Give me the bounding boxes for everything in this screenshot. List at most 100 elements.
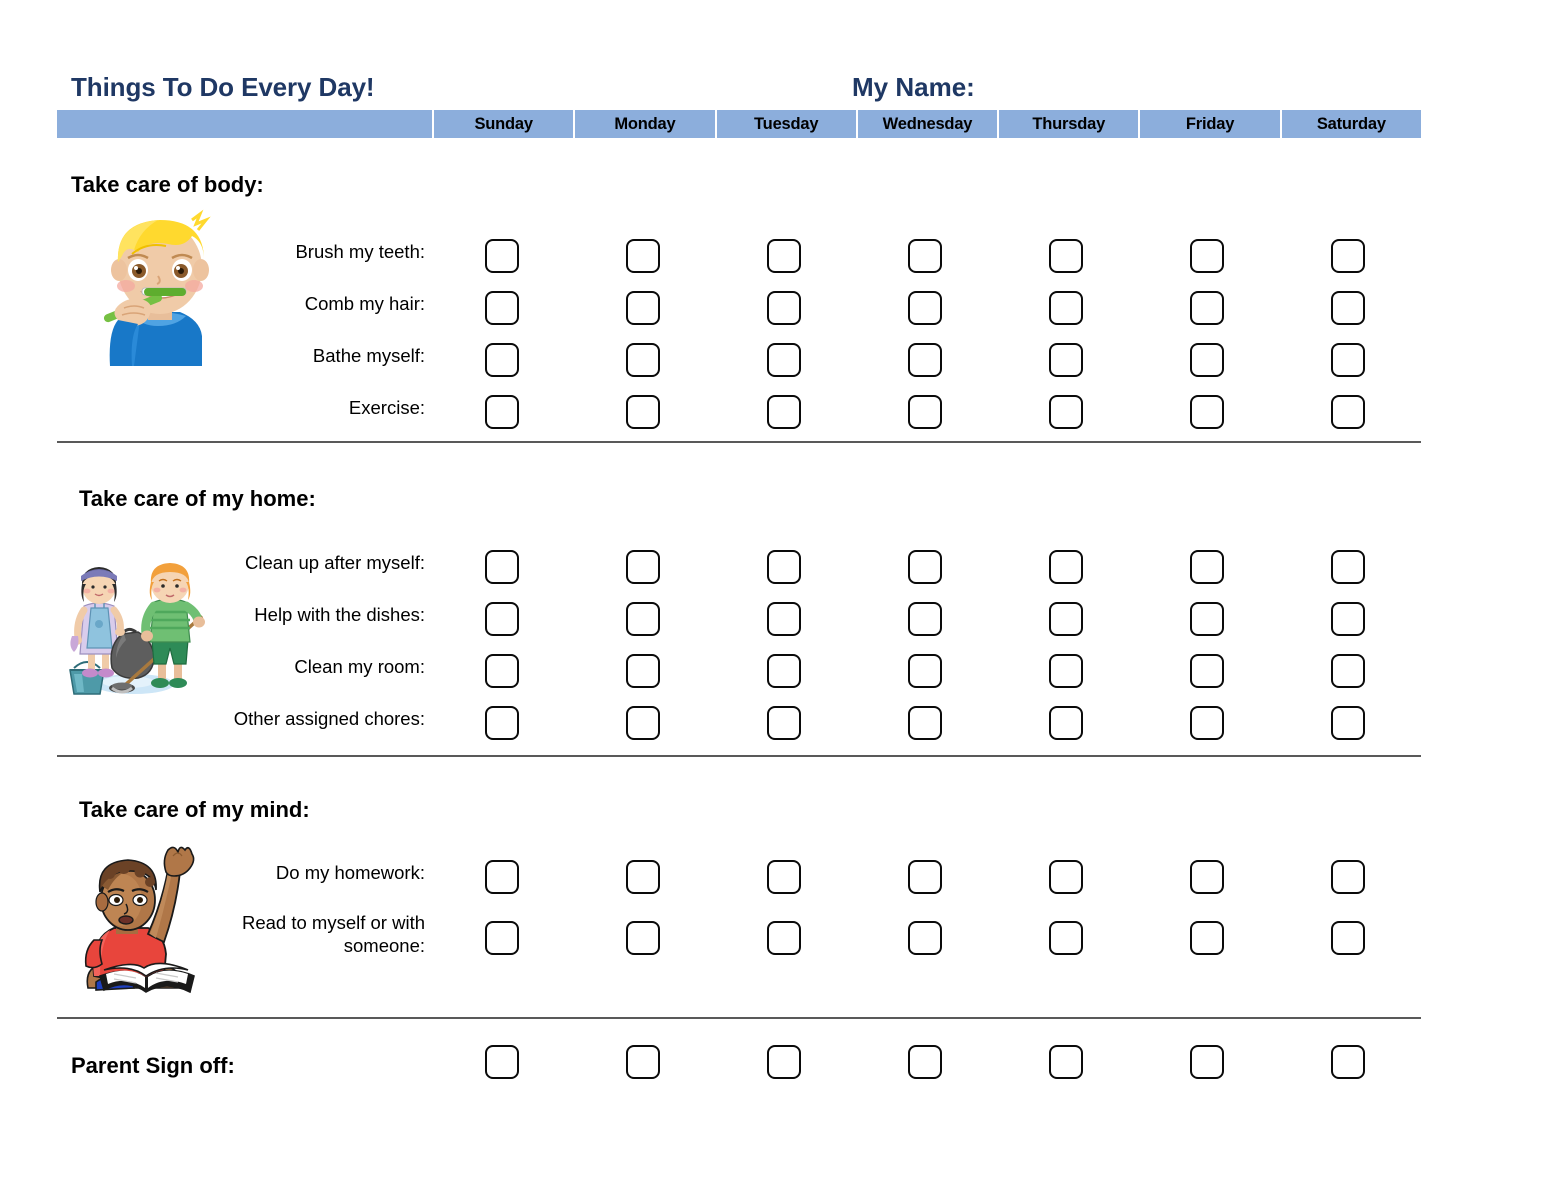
checkbox-brush-teeth-sunday[interactable] [485, 239, 519, 273]
checkbox-dishes-thursday[interactable] [1049, 602, 1083, 636]
checkbox-read-monday[interactable] [626, 921, 660, 955]
checkbox-exercise-friday[interactable] [1190, 395, 1224, 429]
day-header-tuesday: Tuesday [716, 110, 858, 138]
checkbox-homework-tuesday[interactable] [767, 860, 801, 894]
checkbox-comb-hair-monday[interactable] [626, 291, 660, 325]
checkbox-parent-signoff-thursday[interactable] [1049, 1045, 1083, 1079]
checkbox-parent-signoff-monday[interactable] [626, 1045, 660, 1079]
item-label-brush-teeth: Brush my teeth: [295, 241, 425, 262]
checkbox-homework-sunday[interactable] [485, 860, 519, 894]
checkbox-row-homework [485, 860, 1365, 894]
checkbox-exercise-thursday[interactable] [1049, 395, 1083, 429]
checkbox-dishes-friday[interactable] [1190, 602, 1224, 636]
checkbox-clean-up-saturday[interactable] [1331, 550, 1365, 584]
checkbox-bathe-wednesday[interactable] [908, 343, 942, 377]
checkbox-comb-hair-sunday[interactable] [485, 291, 519, 325]
checkbox-read-thursday[interactable] [1049, 921, 1083, 955]
checkbox-clean-up-wednesday[interactable] [908, 550, 942, 584]
checkbox-bathe-monday[interactable] [626, 343, 660, 377]
checkbox-other-chores-wednesday[interactable] [908, 706, 942, 740]
checkbox-dishes-monday[interactable] [626, 602, 660, 636]
item-label-homework: Do my homework: [275, 862, 425, 883]
item-label-comb-hair: Comb my hair: [304, 293, 425, 314]
page-title: Things To Do Every Day! [71, 72, 375, 102]
checkbox-other-chores-thursday[interactable] [1049, 706, 1083, 740]
checkbox-clean-up-friday[interactable] [1190, 550, 1224, 584]
day-header-thursday: Thursday [999, 110, 1141, 138]
checkbox-exercise-saturday[interactable] [1331, 395, 1365, 429]
checkbox-bathe-friday[interactable] [1190, 343, 1224, 377]
day-header-wednesday: Wednesday [857, 110, 1000, 138]
checkbox-dishes-wednesday[interactable] [908, 602, 942, 636]
checkbox-other-chores-tuesday[interactable] [767, 706, 801, 740]
item-label-bathe: Bathe myself: [312, 345, 425, 366]
checkbox-exercise-sunday[interactable] [485, 395, 519, 429]
checkbox-other-chores-monday[interactable] [626, 706, 660, 740]
day-header-monday: Monday [575, 110, 717, 138]
checkbox-row-other-chores [485, 706, 1365, 740]
checkbox-bathe-saturday[interactable] [1331, 343, 1365, 377]
checkbox-parent-signoff-friday[interactable] [1190, 1045, 1224, 1079]
checkbox-row-parent-signoff [485, 1045, 1365, 1079]
checkbox-dishes-sunday[interactable] [485, 602, 519, 636]
checkbox-homework-friday[interactable] [1190, 860, 1224, 894]
checkbox-clean-up-thursday[interactable] [1049, 550, 1083, 584]
checkbox-clean-room-wednesday[interactable] [908, 654, 942, 688]
checkbox-brush-teeth-monday[interactable] [626, 239, 660, 273]
checkbox-other-chores-friday[interactable] [1190, 706, 1224, 740]
checkbox-comb-hair-tuesday[interactable] [767, 291, 801, 325]
checkbox-comb-hair-thursday[interactable] [1049, 291, 1083, 325]
checkbox-parent-signoff-sunday[interactable] [485, 1045, 519, 1079]
chore-chart-page: Things To Do Every Day! My Name: Sunday … [0, 0, 1552, 1200]
checkbox-exercise-tuesday[interactable] [767, 395, 801, 429]
checkbox-brush-teeth-saturday[interactable] [1331, 239, 1365, 273]
checkbox-clean-room-saturday[interactable] [1331, 654, 1365, 688]
checkbox-comb-hair-saturday[interactable] [1331, 291, 1365, 325]
checkbox-read-friday[interactable] [1190, 921, 1224, 955]
checkbox-brush-teeth-tuesday[interactable] [767, 239, 801, 273]
checkbox-clean-room-friday[interactable] [1190, 654, 1224, 688]
checkbox-clean-room-tuesday[interactable] [767, 654, 801, 688]
checkbox-clean-room-monday[interactable] [626, 654, 660, 688]
checkbox-dishes-tuesday[interactable] [767, 602, 801, 636]
checkbox-exercise-monday[interactable] [626, 395, 660, 429]
checkbox-bathe-tuesday[interactable] [767, 343, 801, 377]
checkbox-homework-saturday[interactable] [1331, 860, 1365, 894]
checkbox-brush-teeth-friday[interactable] [1190, 239, 1224, 273]
checkbox-read-sunday[interactable] [485, 921, 519, 955]
checkbox-bathe-sunday[interactable] [485, 343, 519, 377]
checkbox-homework-monday[interactable] [626, 860, 660, 894]
checkbox-parent-signoff-wednesday[interactable] [908, 1045, 942, 1079]
checkbox-read-wednesday[interactable] [908, 921, 942, 955]
checkbox-row-exercise [485, 395, 1365, 429]
checkbox-brush-teeth-thursday[interactable] [1049, 239, 1083, 273]
checkbox-homework-wednesday[interactable] [908, 860, 942, 894]
day-header-sunday: Sunday [434, 110, 576, 138]
checkbox-other-chores-saturday[interactable] [1331, 706, 1365, 740]
checkbox-bathe-thursday[interactable] [1049, 343, 1083, 377]
checkbox-exercise-wednesday[interactable] [908, 395, 942, 429]
checkbox-clean-up-monday[interactable] [626, 550, 660, 584]
checkbox-clean-up-sunday[interactable] [485, 550, 519, 584]
day-header-saturday: Saturday [1281, 110, 1421, 138]
checkbox-row-clean-room [485, 654, 1365, 688]
checkbox-clean-up-tuesday[interactable] [767, 550, 801, 584]
checkbox-comb-hair-friday[interactable] [1190, 291, 1224, 325]
checkbox-comb-hair-wednesday[interactable] [908, 291, 942, 325]
my-name-label: My Name: [852, 72, 975, 102]
checkbox-read-tuesday[interactable] [767, 921, 801, 955]
checkbox-parent-signoff-tuesday[interactable] [767, 1045, 801, 1079]
checkbox-dishes-saturday[interactable] [1331, 602, 1365, 636]
item-label-read: Read to myself or with someone: [241, 912, 425, 957]
day-header-friday: Friday [1140, 110, 1282, 138]
checkbox-row-brush-teeth [485, 239, 1365, 273]
checkbox-parent-signoff-saturday[interactable] [1331, 1045, 1365, 1079]
checkbox-homework-thursday[interactable] [1049, 860, 1083, 894]
checkbox-clean-room-sunday[interactable] [485, 654, 519, 688]
checkbox-other-chores-sunday[interactable] [485, 706, 519, 740]
parent-signoff-label: Parent Sign off: [71, 1053, 235, 1078]
checkbox-brush-teeth-wednesday[interactable] [908, 239, 942, 273]
checkbox-clean-room-thursday[interactable] [1049, 654, 1083, 688]
title-row: Things To Do Every Day! My Name: [57, 72, 1422, 108]
checkbox-read-saturday[interactable] [1331, 921, 1365, 955]
